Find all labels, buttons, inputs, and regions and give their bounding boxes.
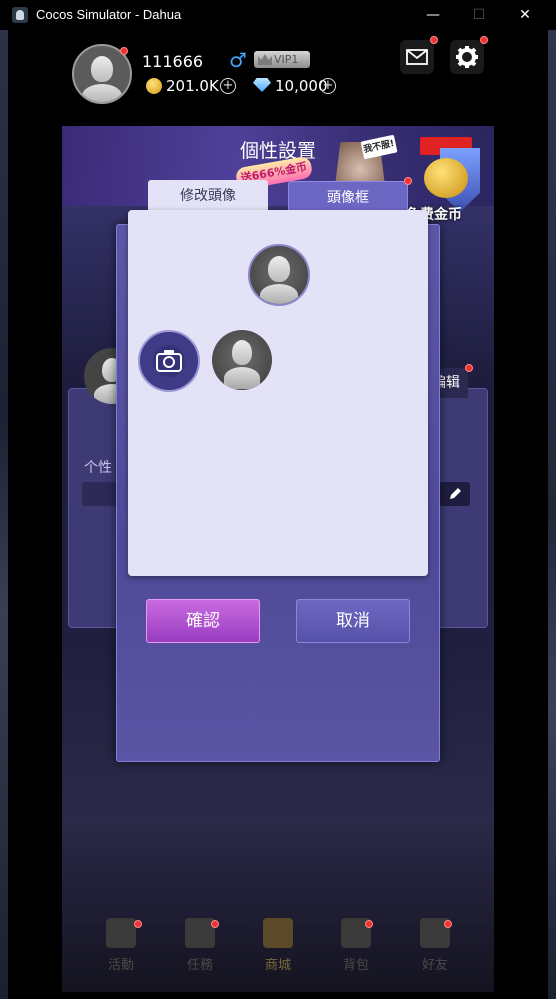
friends-notification-dot [444,920,452,928]
nav-item-shop[interactable]: 商城 [253,918,303,973]
calendar-star-icon [106,918,136,948]
close-button[interactable]: ✕ [502,0,548,30]
frame-tab-notification-dot [404,177,412,185]
gold-coin-icon [146,78,162,94]
signature-label: 个性 [84,460,112,476]
maximize-button[interactable]: ☐ [456,0,502,30]
mail-icon [406,49,428,65]
nav-label-tasks: 任務 [186,958,213,973]
nav-label-friends: 好友 [421,958,448,973]
current-avatar-preview [248,244,310,306]
gear-icon [456,46,478,68]
tasks-notification-dot [211,920,219,928]
edit-signature-button[interactable] [440,482,470,506]
tab-change-avatar[interactable]: 修改頭像 [148,180,268,212]
crown-icon [258,54,272,65]
nav-item-friends[interactable]: 好友 [410,918,460,973]
nav-label-shop: 商城 [264,958,291,973]
gender-male-icon: ♂ [229,48,247,72]
player-name: 111666 [142,52,204,71]
camera-icon [153,345,185,377]
avatar-option-default[interactable] [212,330,272,390]
pencil-icon [450,488,461,499]
desktop-edge-left [0,30,8,999]
settings-button[interactable] [450,40,484,74]
avatar-notification-dot [120,47,128,55]
backpack-notification-dot [365,920,373,928]
minimize-button[interactable]: — [410,0,456,30]
tab-avatar-frame[interactable]: 頭像框 [288,181,408,213]
add-gems-button[interactable]: + [320,78,336,94]
mail-notification-dot [430,36,438,44]
settings-notification-dot [480,36,488,44]
desktop-edge-right [548,30,556,999]
game-canvas: 111666 ♂ VIP1 201.0K + 10,000 + 個性設置 送66… [8,30,548,992]
cancel-button[interactable]: 取消 [296,599,410,643]
confirm-button[interactable]: 確認 [146,599,260,643]
gold-coins-icon[interactable] [424,158,468,198]
nav-label-backpack: 背包 [342,958,369,973]
vip-badge: VIP1 [254,51,310,68]
diamond-icon [253,78,271,92]
app-icon [12,7,28,23]
title-bar: Cocos Simulator - Dahua — ☐ ✕ [0,0,556,30]
activity-notification-dot [134,920,142,928]
add-coins-button[interactable]: + [220,78,236,94]
coin-balance: 201.0K [166,77,219,95]
edit-notification-dot [465,364,473,372]
mail-button[interactable] [400,40,434,74]
nav-item-backpack[interactable]: 背包 [331,918,381,973]
vip-label: VIP1 [274,53,299,66]
nav-label-activity: 活動 [107,958,134,973]
window-title: Cocos Simulator - Dahua [36,7,182,22]
upload-photo-button[interactable] [138,330,200,392]
simulator-window: Cocos Simulator - Dahua — ☐ ✕ 111666 ♂ V… [0,0,556,999]
shopping-cart-icon [263,918,293,948]
